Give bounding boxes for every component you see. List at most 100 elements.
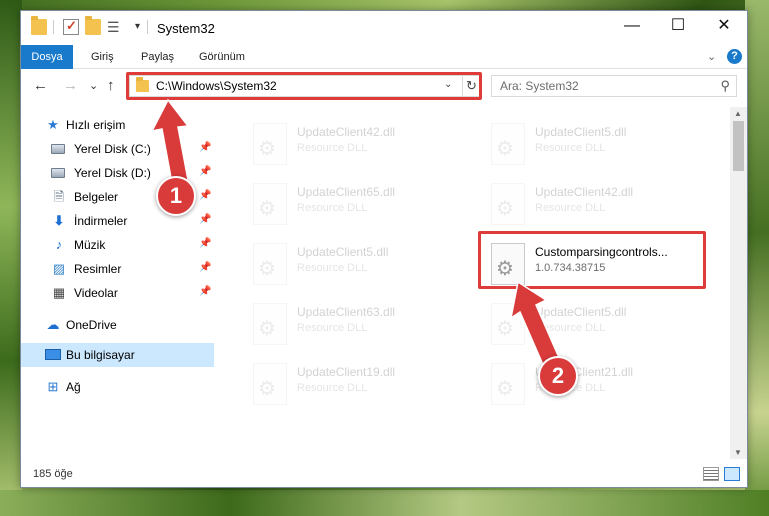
file-explorer-window: ☰ ▾ System32 — ☐ ✕ Dosya Giriş Paylaş Gö… xyxy=(20,10,748,488)
sidebar-item-this-pc[interactable]: Bu bilgisayar xyxy=(21,343,214,367)
documents-icon: 🗎 xyxy=(53,189,65,204)
file-name: UpdateClient5.dll xyxy=(535,305,627,319)
file-description: Resource DLL xyxy=(297,202,368,214)
file-name: UpdateClient19.dll xyxy=(297,365,396,379)
pictures-icon: ▨ xyxy=(52,261,66,276)
ribbon-expand-chevron-icon[interactable]: ⌄ xyxy=(707,50,716,63)
recent-locations-chevron-icon[interactable]: ⌄ xyxy=(89,79,98,92)
search-icon[interactable]: ⚲ xyxy=(720,78,730,94)
sidebar-item-network[interactable]: ⊞ Ağ xyxy=(21,375,214,399)
sidebar-item-label: OneDrive xyxy=(66,318,117,332)
tiles-view-icon[interactable] xyxy=(724,467,740,481)
tab-share[interactable]: Paylaş xyxy=(131,45,184,69)
sidebar-item-label: Bu bilgisayar xyxy=(66,348,135,362)
scroll-down-arrow-icon[interactable]: ▼ xyxy=(734,448,742,457)
step-2-badge: 2 xyxy=(538,356,578,396)
scrollbar-thumb[interactable] xyxy=(733,121,744,171)
file-description: Resource DLL xyxy=(535,202,606,214)
videos-icon: ▦ xyxy=(52,285,66,300)
file-name: UpdateClient5.dll xyxy=(535,125,627,139)
file-name: UpdateClient5.dll xyxy=(297,245,389,259)
separator xyxy=(53,20,54,34)
status-bar: 185 öğe xyxy=(21,463,747,487)
pin-icon: 📌 xyxy=(199,238,212,249)
sidebar-item-onedrive[interactable]: ☁ OneDrive xyxy=(21,313,214,337)
sidebar-item-music[interactable]: ♪ Müzik 📌 xyxy=(21,233,214,257)
dll-file-icon xyxy=(491,183,525,225)
tab-view[interactable]: Görünüm xyxy=(189,45,255,69)
sidebar-item-label: Yerel Disk (C:) xyxy=(74,142,151,156)
sidebar-item-label: Resimler xyxy=(74,262,122,276)
details-view-icon[interactable] xyxy=(703,467,719,481)
sidebar-item-label: Videolar xyxy=(74,286,118,300)
properties-check-icon[interactable] xyxy=(63,18,79,35)
file-description: Resource DLL xyxy=(297,322,368,334)
list-item[interactable]: UpdateClient65.dll Resource DLL xyxy=(241,177,471,233)
sidebar-item-local-disk-c[interactable]: Yerel Disk (C:) 📌 xyxy=(21,137,214,161)
close-button[interactable]: ✕ xyxy=(701,11,747,41)
item-count: 185 öğe xyxy=(33,468,73,480)
drive-icon xyxy=(51,168,65,178)
dll-file-icon xyxy=(491,123,525,165)
pin-icon: 📌 xyxy=(199,286,212,297)
file-description: Resource DLL xyxy=(535,322,606,334)
help-icon[interactable]: ? xyxy=(727,49,742,64)
customize-toolbar-icon[interactable]: ☰ xyxy=(107,19,123,35)
file-list: UpdateClient42.dll Resource DLL UpdateCl… xyxy=(231,107,737,459)
dll-file-icon xyxy=(491,363,525,405)
new-folder-icon[interactable] xyxy=(85,16,101,35)
vertical-scrollbar[interactable]: ▲ ▼ xyxy=(730,107,747,459)
sidebar-item-label: İndirmeler xyxy=(74,214,128,228)
pin-icon: 📌 xyxy=(199,190,212,201)
list-item[interactable]: UpdateClient5.dll Resource DLL xyxy=(479,297,709,353)
quick-access-dropdown-icon[interactable]: ▾ xyxy=(135,21,140,32)
file-description: Resource DLL xyxy=(297,262,368,274)
maximize-button[interactable]: ☐ xyxy=(655,11,701,41)
sidebar-item-label: Belgeler xyxy=(74,190,119,204)
file-description: Resource DLL xyxy=(535,142,606,154)
search-field[interactable]: Ara: System32 ⚲ xyxy=(491,75,737,97)
window-title: System32 xyxy=(157,21,215,36)
sidebar-item-label: Müzik xyxy=(74,238,106,252)
list-item[interactable]: UpdateClient42.dll Resource DLL xyxy=(241,117,471,173)
list-item[interactable]: UpdateClient19.dll Resource DLL xyxy=(241,357,471,413)
file-name: UpdateClient42.dll xyxy=(297,125,396,139)
address-row: ← → ⌄ ↑ C:\Windows\System32 ⌄ ↻ Ara: Sys… xyxy=(21,71,747,101)
folder-icon xyxy=(31,16,47,35)
list-item[interactable]: UpdateClient63.dll Resource DLL xyxy=(241,297,471,353)
scroll-up-arrow-icon[interactable]: ▲ xyxy=(734,109,742,118)
sidebar-item-label: Yerel Disk (D:) xyxy=(74,166,151,180)
sidebar-item-quick-access[interactable]: ★ Hızlı erişim xyxy=(21,113,214,137)
pin-icon: 📌 xyxy=(199,166,212,177)
up-button[interactable]: ↑ xyxy=(107,77,115,94)
pin-icon: 📌 xyxy=(199,214,212,225)
list-item[interactable]: UpdateClient42.dll Resource DLL xyxy=(479,177,709,233)
sidebar-item-label: Ağ xyxy=(66,380,81,394)
separator xyxy=(147,20,148,34)
file-name: UpdateClient65.dll xyxy=(297,185,396,199)
list-item[interactable]: UpdateClient5.dll Resource DLL xyxy=(241,237,471,293)
dll-file-icon xyxy=(253,303,287,345)
sidebar-item-pictures[interactable]: ▨ Resimler 📌 xyxy=(21,257,214,281)
tab-home[interactable]: Giriş xyxy=(81,45,124,69)
minimize-button[interactable]: — xyxy=(609,11,655,41)
address-highlight-annotation xyxy=(126,72,482,100)
forward-button[interactable]: → xyxy=(63,77,78,94)
list-item[interactable]: UpdateClient5.dll Resource DLL xyxy=(479,117,709,173)
desktop-background-left xyxy=(0,0,22,516)
file-highlight-annotation xyxy=(478,231,706,289)
title-bar: ☰ ▾ System32 — ☐ ✕ xyxy=(21,11,747,45)
navigation-pane: ★ Hızlı erişim Yerel Disk (C:) 📌 Yerel D… xyxy=(21,107,214,459)
tab-file[interactable]: Dosya xyxy=(21,45,73,69)
music-icon: ♪ xyxy=(55,237,63,252)
file-name: UpdateClient63.dll xyxy=(297,305,396,319)
dll-file-icon xyxy=(253,363,287,405)
list-item[interactable]: UpdateClient21.dll Resource DLL xyxy=(479,357,709,413)
star-icon: ★ xyxy=(47,117,59,132)
back-button[interactable]: ← xyxy=(33,77,48,94)
sidebar-item-videos[interactable]: ▦ Videolar 📌 xyxy=(21,281,214,305)
dll-file-icon xyxy=(491,303,525,345)
network-icon: ⊞ xyxy=(47,379,59,394)
dll-file-icon xyxy=(253,123,287,165)
desktop-background-bottom xyxy=(0,490,769,516)
